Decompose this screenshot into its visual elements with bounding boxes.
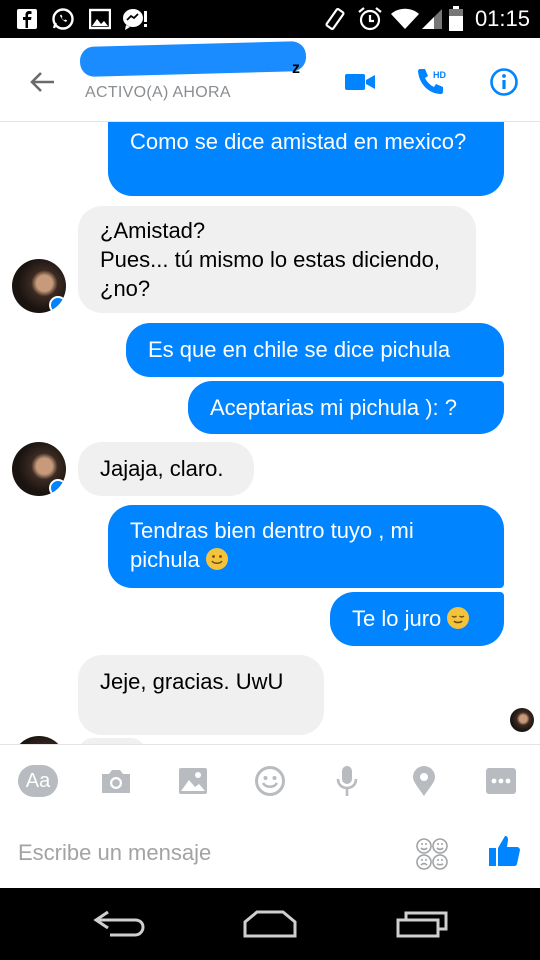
aa-label: Aa [25, 769, 51, 792]
message-thread[interactable]: Como se dice amistad en mexico? ¿Amistad… [0, 122, 540, 744]
contact-name-visible-suffix: z [292, 60, 300, 77]
recents-nav-icon [396, 911, 448, 938]
facebook-icon [16, 7, 38, 31]
outgoing-message[interactable]: Como se dice amistad en mexico? [108, 122, 504, 196]
nav-back-button[interactable] [90, 904, 150, 944]
aa-icon: Aa [18, 765, 58, 797]
composer [0, 818, 540, 888]
voice-call-button[interactable]: HD [412, 62, 452, 102]
message-input[interactable] [18, 836, 398, 870]
back-button[interactable] [22, 62, 62, 102]
whatsapp-icon [50, 7, 76, 31]
camera-button[interactable] [96, 761, 136, 801]
composer-toolbar: Aa [0, 744, 540, 818]
alarm-icon [356, 7, 384, 31]
info-icon [490, 68, 518, 96]
android-navigation-bar [0, 888, 540, 960]
vibrate-icon [322, 7, 348, 31]
outgoing-message[interactable]: Te lo juro [330, 592, 504, 646]
message-text: Tendras bien dentro tuyo , mi pichula [130, 518, 414, 572]
voice-message-button[interactable] [327, 761, 367, 801]
messenger-badge-icon [49, 296, 66, 313]
phone-hd-icon: HD [418, 69, 446, 94]
contact-avatar-partial[interactable] [12, 736, 66, 744]
clock-time: 01:15 [474, 6, 530, 31]
thumbs-up-icon [489, 836, 520, 866]
nav-home-button[interactable] [240, 904, 300, 944]
location-icon [413, 766, 435, 796]
contact-avatar[interactable] [12, 259, 66, 313]
outgoing-message[interactable]: Tendras bien dentro tuyo , mi pichula [108, 505, 504, 588]
incoming-message[interactable]: Jeje, gracias. UwU [78, 655, 324, 735]
read-receipt-avatar [510, 708, 534, 732]
like-button[interactable] [484, 830, 526, 872]
svg-text:HD: HD [433, 70, 446, 80]
conversation-header: z ACTIVO(A) AHORA HD [0, 38, 540, 122]
active-status: ACTIVO(A) AHORA [85, 84, 231, 101]
arrow-left-icon [30, 72, 54, 92]
more-icon [486, 768, 516, 794]
image-icon [179, 768, 207, 794]
emoji-grid-icon [416, 838, 448, 870]
nav-recents-button[interactable] [392, 904, 452, 944]
relieved-smile-emoji-icon [447, 607, 470, 629]
outgoing-message[interactable]: Es que en chile se dice pichula [126, 323, 504, 377]
wifi-icon [390, 7, 420, 31]
message-text: Te lo juro [352, 606, 442, 631]
gallery-button[interactable] [173, 761, 213, 801]
gallery-icon [88, 7, 112, 31]
info-button[interactable] [484, 62, 524, 102]
back-nav-icon [93, 910, 145, 937]
video-call-button[interactable] [340, 62, 380, 102]
outgoing-message[interactable]: Aceptarias mi pichula ): ? [188, 381, 504, 434]
incoming-message[interactable]: Jajaja, claro. [78, 442, 254, 496]
contact-avatar[interactable] [12, 442, 66, 496]
messenger-notification-icon [120, 7, 150, 31]
more-options-button[interactable] [481, 761, 521, 801]
battery-icon [448, 6, 464, 31]
camera-icon [102, 770, 130, 793]
location-button[interactable] [404, 761, 444, 801]
incoming-message[interactable]: ¿Amistad? Pues... tú mismo lo estas dici… [78, 206, 476, 313]
sticker-button[interactable] [250, 761, 290, 801]
sticker-icon [255, 766, 285, 796]
aa-text-style-button[interactable]: Aa [18, 761, 58, 801]
emoji-picker-button[interactable] [414, 836, 450, 872]
video-camera-icon [345, 74, 375, 90]
microphone-icon [336, 766, 358, 796]
slight-smile-emoji-icon [205, 548, 228, 570]
contact-name-redacted[interactable] [79, 41, 307, 77]
status-bar: 01:15 [0, 0, 540, 38]
signal-icon [420, 7, 444, 31]
home-nav-icon [243, 910, 297, 938]
messenger-badge-icon [49, 479, 66, 496]
